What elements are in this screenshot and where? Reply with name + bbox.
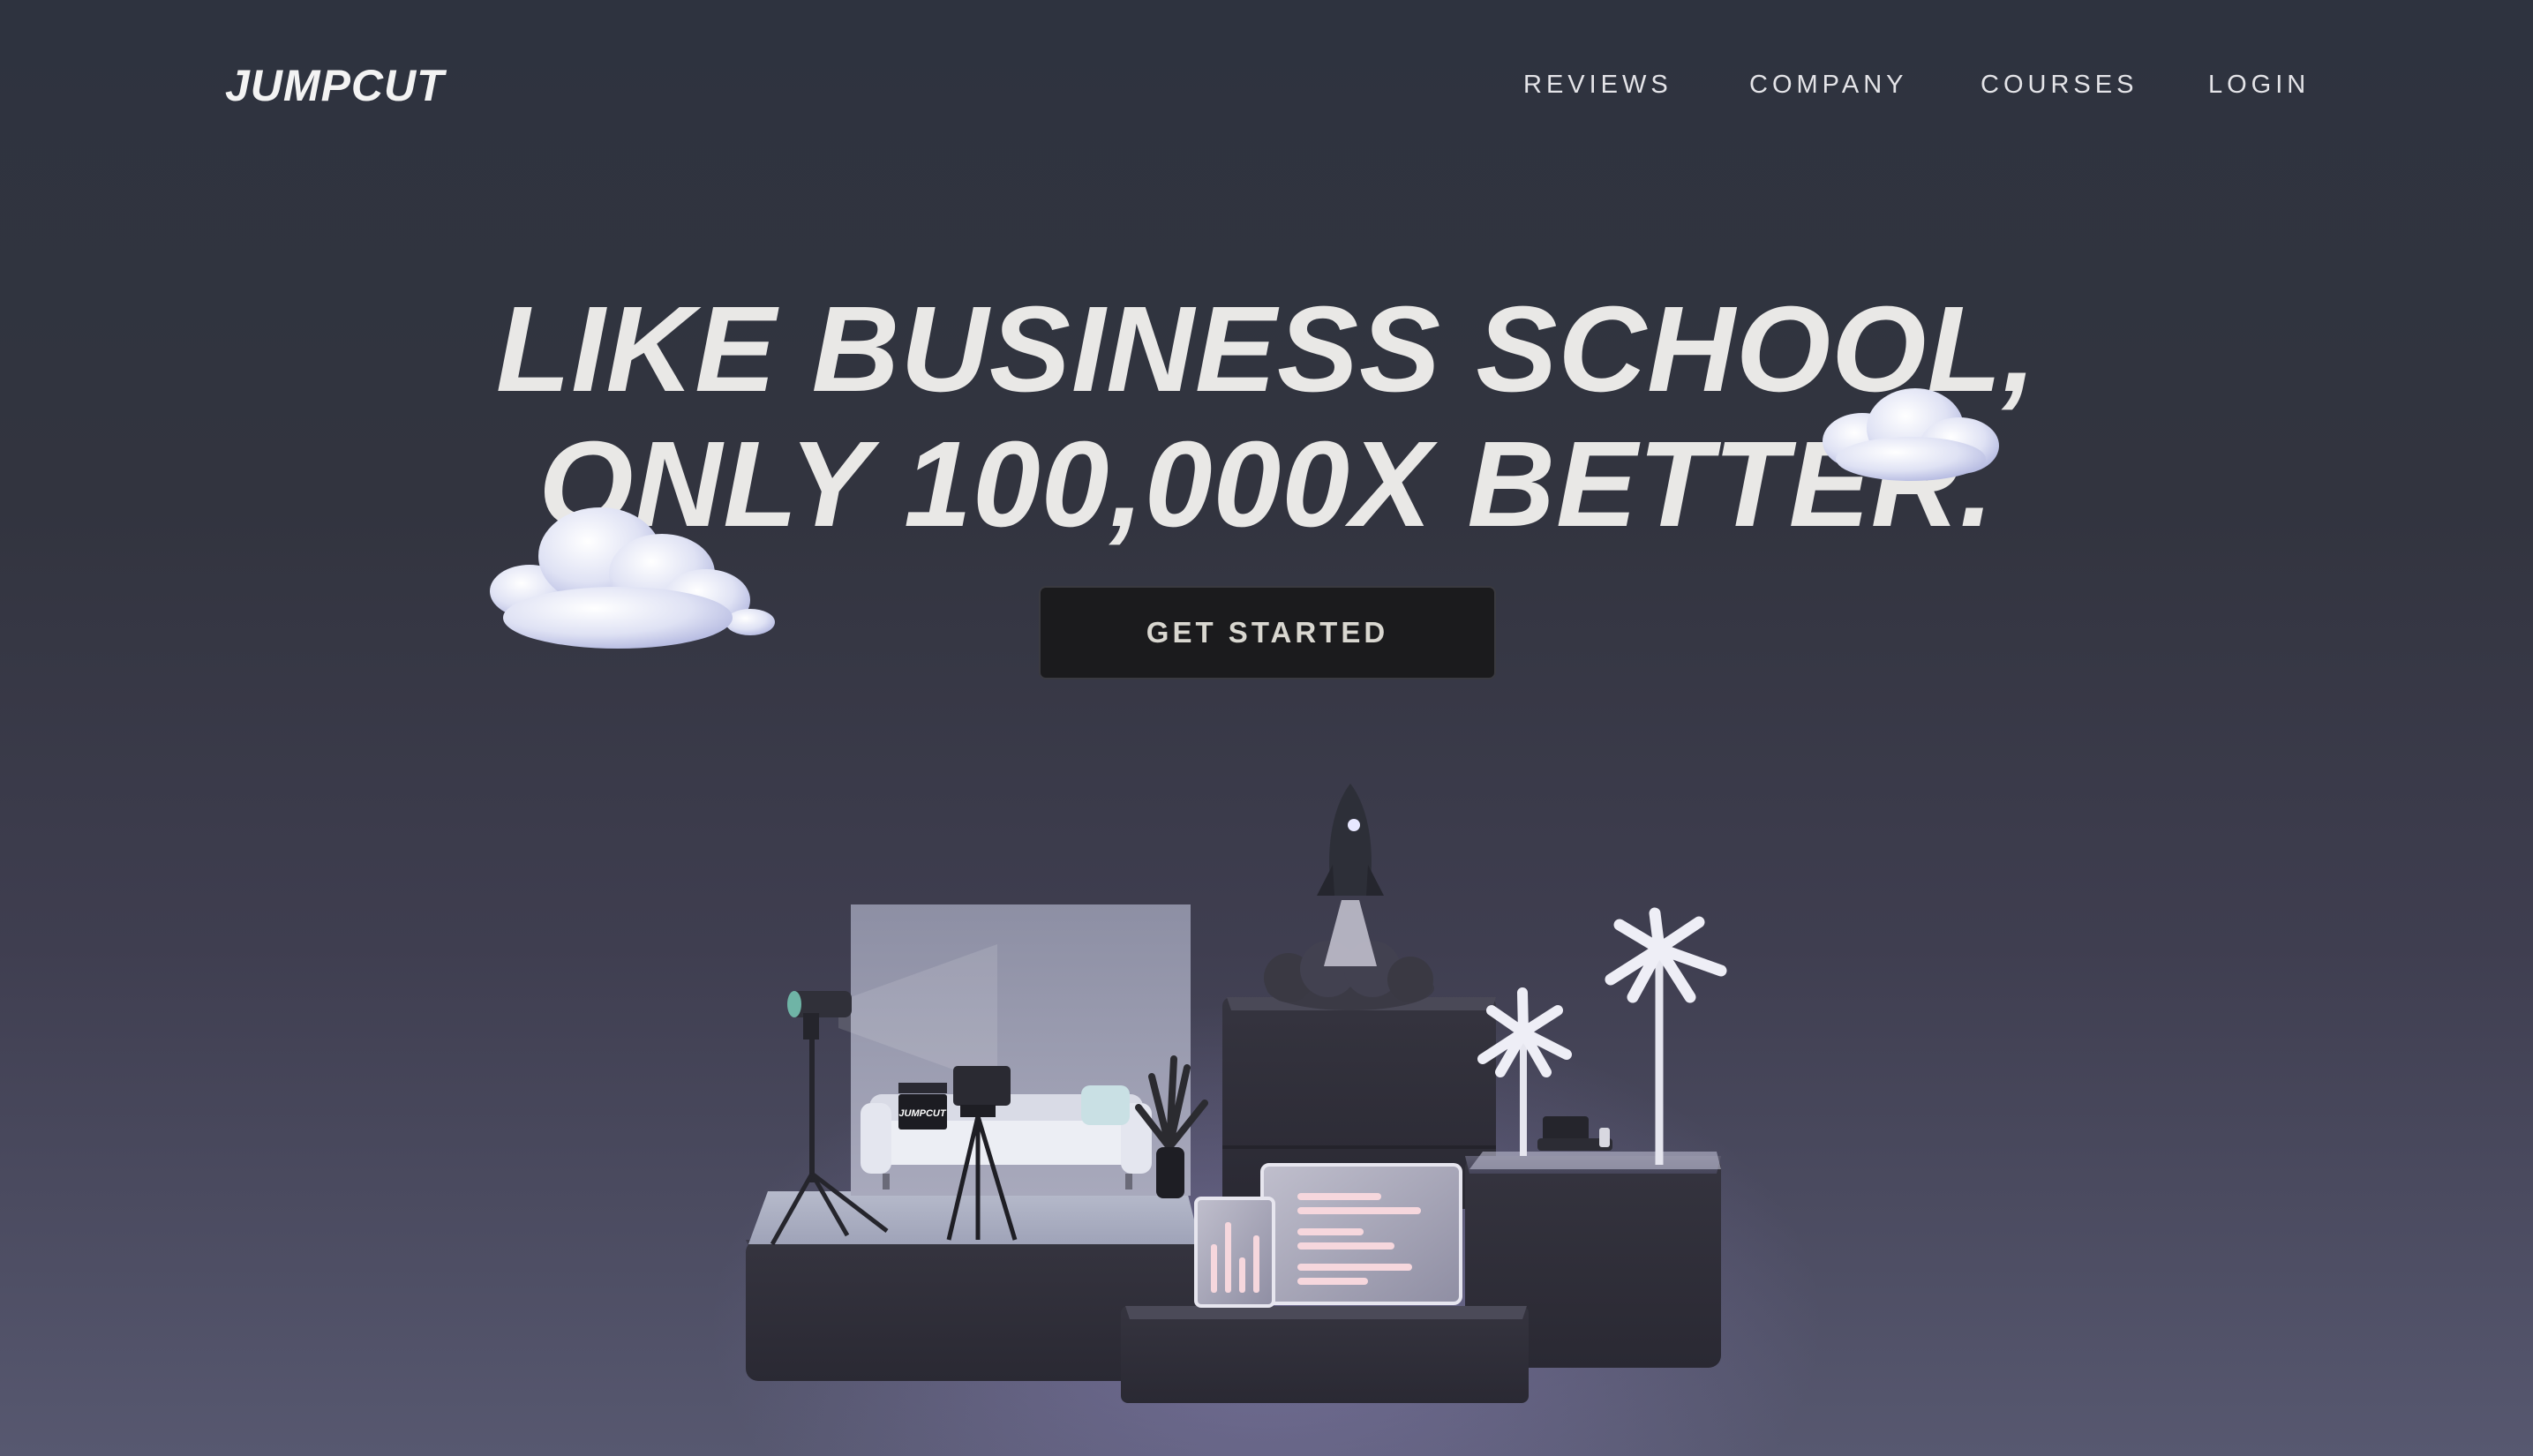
cloud-icon xyxy=(1823,388,1999,481)
front-block xyxy=(1121,1306,1529,1403)
palm-tree-icon xyxy=(1605,907,1727,1165)
text-lines-icon xyxy=(1260,1163,1462,1305)
lounge-chair-icon xyxy=(1537,1116,1612,1151)
clapperboard-icon: JUMPCUT xyxy=(898,1083,947,1130)
hero-illustration: JUMPCUT xyxy=(490,388,1999,1403)
cloud-icon xyxy=(490,507,775,649)
clapperboard-text: JUMPCUT xyxy=(898,1108,946,1119)
rocket-icon xyxy=(1264,784,1434,1010)
bar-chart-icon xyxy=(1194,1197,1275,1308)
